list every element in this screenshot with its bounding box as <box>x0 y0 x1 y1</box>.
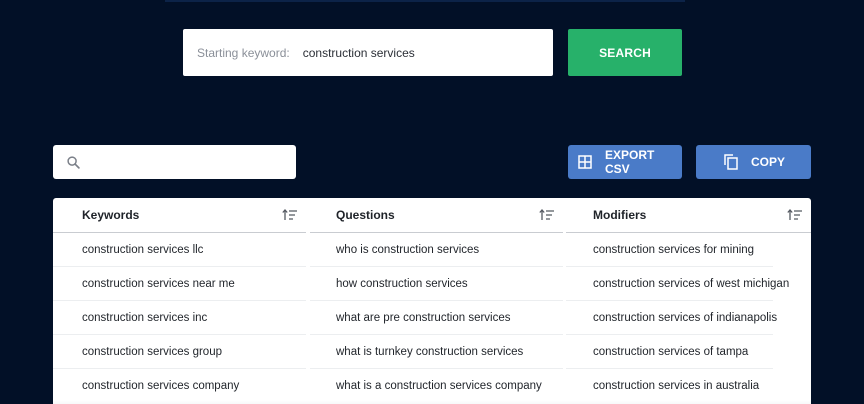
starting-keyword-value[interactable]: construction services <box>303 46 415 60</box>
table-cell: what are pre construction services <box>310 301 563 335</box>
sort-icon[interactable] <box>282 209 298 221</box>
grid-icon <box>578 155 592 169</box>
column-header-keywords[interactable]: Keywords <box>53 198 306 233</box>
sort-icon[interactable] <box>787 209 803 221</box>
table-cell: construction services for mining <box>566 233 773 267</box>
copy-label: COPY <box>751 155 786 169</box>
keywords-column: Keywords construction services llc const… <box>53 198 306 403</box>
table-cell: construction services company <box>82 380 240 392</box>
table-cell: what is a construction services company <box>336 380 542 392</box>
column-header-label: Keywords <box>82 208 140 222</box>
table-cell: construction services group <box>53 335 306 369</box>
keyword-tool-page: Starting keyword: construction services … <box>0 0 864 404</box>
table-cell: how construction services <box>310 267 563 301</box>
table-cell: construction services near me <box>53 267 306 301</box>
table-cell: construction services in australia <box>593 380 760 392</box>
table-cell: construction services of indianapolis <box>566 301 777 335</box>
export-csv-button[interactable]: EXPORT CSV <box>568 145 682 179</box>
starting-keyword-label: Starting keyword: <box>197 45 290 60</box>
search-icon <box>67 155 80 169</box>
table-bottom-fade <box>53 400 811 404</box>
table-cell: construction services llc <box>53 233 306 267</box>
starting-keyword-field[interactable]: Starting keyword: construction services <box>183 29 553 76</box>
filter-field[interactable] <box>53 145 296 179</box>
filter-input[interactable] <box>88 155 288 169</box>
column-header-label: Modifiers <box>593 208 647 222</box>
table-cell: who is construction services <box>310 233 563 267</box>
column-header-label: Questions <box>336 208 395 222</box>
table-cell: construction services of tampa <box>566 335 773 369</box>
sort-icon[interactable] <box>539 209 555 221</box>
column-header-modifiers[interactable]: Modifiers <box>566 198 811 233</box>
table-cell: what is turnkey construction services <box>310 335 563 369</box>
copy-button[interactable]: COPY <box>696 145 811 179</box>
questions-column: Questions who is construction services h… <box>310 198 563 403</box>
copy-icon <box>724 154 738 170</box>
search-button[interactable]: SEARCH <box>568 29 682 76</box>
column-header-questions[interactable]: Questions <box>310 198 563 233</box>
top-divider <box>165 0 685 2</box>
modifiers-column: Modifiers construction services for mini… <box>566 198 811 403</box>
export-csv-label: EXPORT CSV <box>605 148 655 176</box>
table-cell: construction services of west michigan <box>566 267 789 301</box>
table-cell: construction services inc <box>53 301 306 335</box>
results-table: Keywords construction services llc const… <box>53 198 811 404</box>
